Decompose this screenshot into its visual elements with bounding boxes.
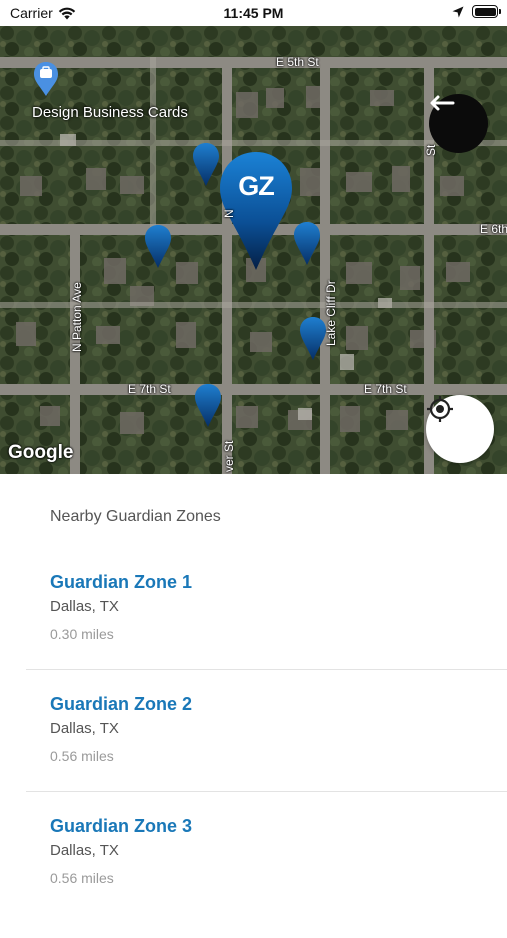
- road-label-e7th-left: E 7th St: [128, 382, 171, 396]
- section-title: Nearby Guardian Zones: [50, 508, 221, 525]
- zone-name[interactable]: Guardian Zone 1: [50, 572, 192, 593]
- clock: 11:45 PM: [223, 5, 284, 21]
- zone-location: Dallas, TX: [50, 842, 119, 859]
- divider: [26, 669, 507, 670]
- nearby-zones-panel: Nearby Guardian Zones Guardian Zone 1 Da…: [0, 474, 507, 900]
- google-logo: Google: [8, 442, 74, 463]
- road-label-e6th: E 6th: [480, 222, 507, 236]
- zone-distance: 0.30 miles: [50, 626, 114, 642]
- zone-distance: 0.56 miles: [50, 870, 114, 886]
- zone-location: Dallas, TX: [50, 720, 119, 737]
- battery-icon: [472, 5, 501, 18]
- arrow-left-icon: [430, 95, 455, 111]
- divider: [26, 791, 507, 792]
- road-label-n-patton: N Patton Ave: [70, 282, 84, 352]
- location-arrow-icon: [452, 6, 464, 17]
- zone-list-item[interactable]: Guardian Zone 1 Dallas, TX 0.30 miles: [26, 572, 507, 694]
- zone-location: Dallas, TX: [50, 598, 119, 615]
- back-button[interactable]: [429, 94, 488, 153]
- zone-distance: 0.56 miles: [50, 748, 114, 764]
- map-view[interactable]: GZ Design Business Cards E 5th St E 6th …: [0, 26, 507, 474]
- status-bar: Carrier 11:45 PM: [0, 0, 507, 26]
- zone-name[interactable]: Guardian Zone 2: [50, 694, 192, 715]
- zone-name[interactable]: Guardian Zone 3: [50, 816, 192, 837]
- zone-list-item[interactable]: Guardian Zone 3 Dallas, TX 0.56 miles: [26, 816, 507, 938]
- road-label-e5th: E 5th St: [276, 55, 319, 69]
- zone-list-item[interactable]: Guardian Zone 2 Dallas, TX 0.56 miles: [26, 694, 507, 816]
- my-location-button[interactable]: [426, 395, 494, 463]
- road-label-lake-cliff: Lake Cliff Dr: [324, 280, 338, 346]
- poi-label[interactable]: Design Business Cards: [32, 104, 188, 121]
- road-label-e7th-right: E 7th St: [364, 382, 407, 396]
- crosshair-icon: [427, 396, 453, 422]
- road-label-ver-st: ver St: [222, 440, 236, 472]
- gz-pin-label: GZ: [238, 171, 275, 201]
- road-label-st-right: St: [424, 144, 438, 156]
- road-label-n-cross: N: [222, 209, 236, 218]
